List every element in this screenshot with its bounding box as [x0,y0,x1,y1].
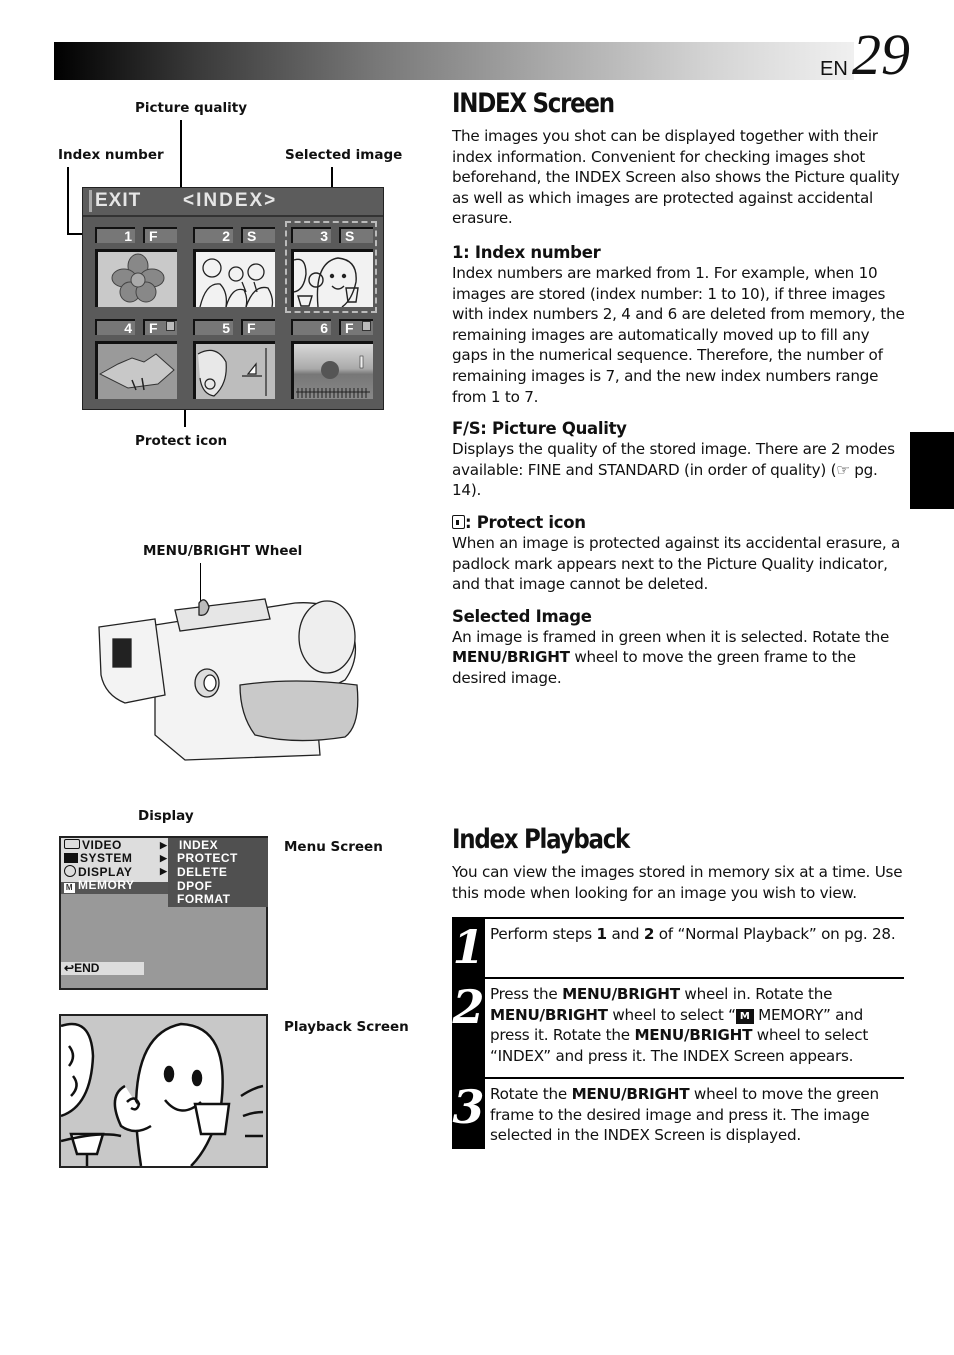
step-text: Rotate the MENU/BRIGHT wheel to move the… [490,1085,879,1145]
section-tab-marker [910,432,954,509]
section-title-index-playback: Index Playback [452,824,630,855]
index-screen-section: INDEX Screen The images you shot can be … [452,88,907,688]
callout-menu-bright-wheel: MENU/BRIGHT Wheel [143,543,303,559]
leader-line-index [67,167,69,235]
thumbnail-woman-sea [193,341,275,399]
body-index-number: Index numbers are marked from 1. For exa… [452,263,905,406]
thumbnail-woman-glass [291,249,373,307]
heading-selected-image: Selected Image [452,606,592,626]
index-number: 3 [291,227,331,243]
quality-indicator: S [339,227,373,243]
index-playback-section: Index Playback You can view the images s… [452,824,907,903]
quality-indicator: F [241,319,275,335]
index-title: <INDEX> [183,190,278,211]
step-divider [485,977,904,979]
index-number: 6 [291,319,331,335]
step-number: 3 [452,1077,485,1149]
memory-icon: M [64,883,75,893]
page-number: 29 [852,22,910,87]
submenu-arrow-icon: ▶ [160,866,167,876]
clock-icon [64,865,76,877]
display-heading: Display [138,808,194,824]
submenu-arrow-icon: ▶ [160,840,167,850]
step-divider [485,917,904,919]
heading-protect-icon: : Protect icon [452,512,907,533]
index-screen-illustration: EXIT <INDEX> 1 F 2 S 3 S 4 F 5 F 6 F [82,187,384,410]
callout-picture-quality: Picture quality [135,100,247,116]
callout-index-number: Index number [58,147,164,163]
thumbnail-group-toast [193,249,275,307]
page-reference-icon: ☞ [836,460,850,479]
padlock-icon [362,321,371,331]
menu-end-item[interactable]: ↩END [61,962,144,975]
body-protect-icon: When an image is protected against its a… [452,533,901,594]
playback-screen-illustration [59,1014,268,1168]
callout-selected-image: Selected image [285,147,403,163]
thumbnail-mountain [95,341,177,399]
header-gradient-bar [54,42,854,80]
step-1: 1 Perform steps 1 and 2 of “Normal Playb… [452,917,904,977]
menu-item-system[interactable]: SYSTEM [64,852,132,865]
menu-item-display[interactable]: DISPLAY [64,865,132,879]
section-title-index-screen: INDEX Screen [452,88,615,119]
menu-screen-label: Menu Screen [284,839,383,855]
camera-icon [64,853,78,863]
submenu-item-protect[interactable]: PROTECT [177,851,238,866]
quality-indicator: F [143,227,177,243]
heading-picture-quality: F/S: Picture Quality [452,419,627,439]
body-picture-quality: Displays the quality of the stored image… [452,440,895,500]
callout-protect-icon: Protect icon [135,433,228,449]
index-number: 4 [95,319,135,335]
step-3: 3 Rotate the MENU/BRIGHT wheel to move t… [452,1077,904,1149]
thumbnail-flower [95,249,177,307]
index-screen-intro: The images you shot can be displayed tog… [452,127,900,228]
tape-icon [64,839,80,849]
padlock-icon [166,321,175,331]
index-number: 1 [95,227,135,243]
step-text: Press the MENU/BRIGHT wheel in. Rotate t… [490,985,869,1065]
heading-index-number: 1: Index number [452,242,601,262]
body-selected-image: An image is framed in green when it is s… [452,627,890,687]
step-2: 2 Press the MENU/BRIGHT wheel in. Rotate… [452,977,904,1077]
step-text: Perform steps 1 and 2 of “Normal Playbac… [490,925,896,943]
step-divider [485,1077,904,1079]
submenu-item-format[interactable]: FORMAT [177,892,230,907]
return-icon: ↩ [64,961,75,975]
menu-item-memory[interactable]: M MEMORY [64,879,135,893]
index-number: 2 [193,227,233,243]
menu-screen-illustration: VIDEO SYSTEM DISPLAY M MEMORY ▶ ▶ ▶ INDEX… [59,836,268,990]
submenu-item-delete[interactable]: DELETE [177,865,227,880]
thumbnail-sunset [291,341,373,399]
playback-screen-label: Playback Screen [284,1019,409,1035]
padlock-icon [452,514,465,529]
submenu-arrow-icon: ▶ [160,853,167,863]
step-number: 1 [452,917,485,977]
quality-indicator: S [241,227,275,243]
camcorder-illustration [98,598,359,761]
step-number: 2 [452,977,485,1077]
index-number: 5 [193,319,233,335]
memory-icon: M [735,1008,754,1024]
exit-label: EXIT [89,190,141,212]
language-code: EN [820,58,848,80]
index-playback-intro: You can view the images stored in memory… [452,863,903,902]
